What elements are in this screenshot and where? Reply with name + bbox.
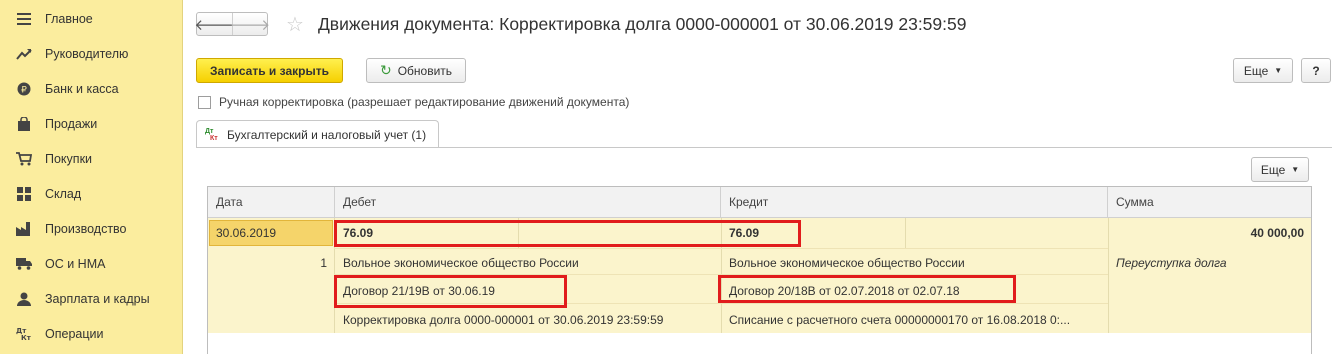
sidebar-item-label: Производство [45, 221, 127, 236]
coin-icon: ₽ [14, 81, 34, 97]
tab-divider [196, 147, 1332, 148]
save-close-button[interactable]: Записать и закрыть [196, 58, 343, 83]
refresh-button[interactable]: ↻ Обновить [366, 58, 466, 83]
movements-table: Дата Дебет Кредит Сумма 30.06.2019 76.09… [207, 186, 1312, 354]
main-panel: 🡐 🡒 ☆ Движения документа: Корректировка … [184, 0, 1337, 354]
nav-buttons: 🡐 🡒 [194, 12, 271, 36]
grid-line [905, 218, 906, 248]
sidebar-item-warehouse[interactable]: Склад [0, 176, 182, 211]
cart-icon [14, 151, 34, 167]
favorite-star-icon[interactable]: ☆ [286, 12, 304, 37]
more-label: Еще [1243, 63, 1269, 78]
manual-correction-checkbox[interactable] [198, 95, 211, 109]
title-bar: 🡐 🡒 ☆ Движения документа: Корректировка … [194, 10, 967, 38]
more-label: Еще [1260, 162, 1286, 177]
svg-text:Кт: Кт [21, 334, 32, 341]
row-line-number: 1 [320, 256, 327, 270]
svg-text:₽: ₽ [21, 85, 27, 95]
sidebar-item-bank[interactable]: ₽ Банк и касса [0, 71, 182, 106]
factory-icon [14, 221, 34, 237]
sidebar-item-label: Руководителю [45, 46, 129, 61]
forward-button[interactable]: 🡒 [229, 13, 271, 35]
dropdown-arrow-icon: ▼ [1291, 165, 1300, 174]
person-icon [14, 291, 34, 307]
sidebar-item-label: Продажи [45, 116, 98, 131]
manual-correction-row: Ручная корректировка (разрешает редактир… [198, 95, 629, 109]
sidebar-item-production[interactable]: Производство [0, 211, 182, 246]
grid-line [334, 248, 1108, 249]
sidebar-item-sales[interactable]: Продажи [0, 106, 182, 141]
sidebar-item-label: Банк и касса [45, 81, 119, 96]
table-empty-area [208, 333, 1311, 354]
sidebar-item-manager[interactable]: Руководителю [0, 36, 182, 71]
tab-accounting[interactable]: Дт Кт Бухгалтерский и налоговый учет (1) [196, 120, 440, 148]
form-toolbar: Записать и закрыть ↻ Обновить Еще ▼ ? [196, 58, 1331, 84]
sidebar-item-label: Склад [45, 186, 82, 201]
arrow-left-icon: 🡐 [194, 16, 235, 34]
table-row[interactable]: 30.06.2019 76.09 76.09 40 000,00 1 Вольн… [208, 218, 1311, 333]
dropdown-arrow-icon: ▼ [1274, 66, 1283, 75]
sidebar-item-purchases[interactable]: Покупки [0, 141, 182, 176]
credit-subconto-1[interactable]: Вольное экономическое общество России [729, 256, 965, 270]
sidebar-item-label: ОС и НМА [45, 256, 106, 271]
credit-subconto-3[interactable]: Списание с расчетного счета 00000000170 … [729, 313, 1101, 327]
page-title: Движения документа: Корректировка долга … [317, 13, 967, 34]
sidebar-item-operations[interactable]: Дт Кт Операции [0, 316, 182, 351]
dt-kt-icon: Дт Кт [14, 326, 34, 342]
highlight-credit-contract-box [718, 275, 1016, 303]
highlight-accounts-box [334, 220, 801, 247]
tab-label: Бухгалтерский и налоговый учет (1) [227, 127, 427, 142]
sidebar-item-label: Главное [45, 11, 93, 26]
refresh-label: Обновить [397, 63, 453, 78]
sidebar-item-label: Операции [45, 326, 104, 341]
refresh-icon: ↻ [379, 62, 392, 78]
truck-icon [14, 256, 34, 272]
column-header-amount[interactable]: Сумма [1108, 187, 1313, 218]
row-content[interactable]: Переуступка долга [1116, 256, 1227, 270]
arrow-right-icon: 🡒 [229, 16, 271, 34]
help-button[interactable]: ? [1301, 58, 1331, 83]
trend-icon [14, 46, 34, 62]
row-date[interactable]: 30.06.2019 [209, 220, 333, 246]
manual-correction-label[interactable]: Ручная корректировка (разрешает редактир… [219, 95, 629, 109]
highlight-debit-contract-box [334, 275, 567, 308]
debit-subconto-3[interactable]: Корректировка долга 0000-000001 от 30.06… [343, 313, 715, 327]
sidebar: Главное Руководителю ₽ Банк и касса Прод… [0, 0, 183, 354]
debit-subconto-1[interactable]: Вольное экономическое общество России [343, 256, 579, 270]
sidebar-item-label: Зарплата и кадры [45, 291, 150, 306]
bag-icon [14, 116, 34, 132]
more-button[interactable]: Еще ▼ [1233, 58, 1293, 83]
dt-kt-icon: Дт Кт [205, 127, 218, 142]
column-header-debit[interactable]: Дебет [335, 187, 721, 218]
grid-line [1108, 218, 1109, 333]
sidebar-item-label: Покупки [45, 151, 93, 166]
menu-icon [14, 11, 34, 27]
table-header: Дата Дебет Кредит Сумма [208, 187, 1311, 218]
table-more-button[interactable]: Еще ▼ [1251, 157, 1309, 182]
sidebar-item-main[interactable]: Главное [0, 1, 182, 36]
sidebar-item-assets[interactable]: ОС и НМА [0, 246, 182, 281]
column-header-date[interactable]: Дата [208, 187, 335, 218]
column-header-credit[interactable]: Кредит [721, 187, 1108, 218]
warehouse-icon [14, 186, 34, 202]
row-amount[interactable]: 40 000,00 [1208, 226, 1304, 240]
sidebar-item-salary[interactable]: Зарплата и кадры [0, 281, 182, 316]
back-button[interactable]: 🡐 [194, 13, 235, 35]
